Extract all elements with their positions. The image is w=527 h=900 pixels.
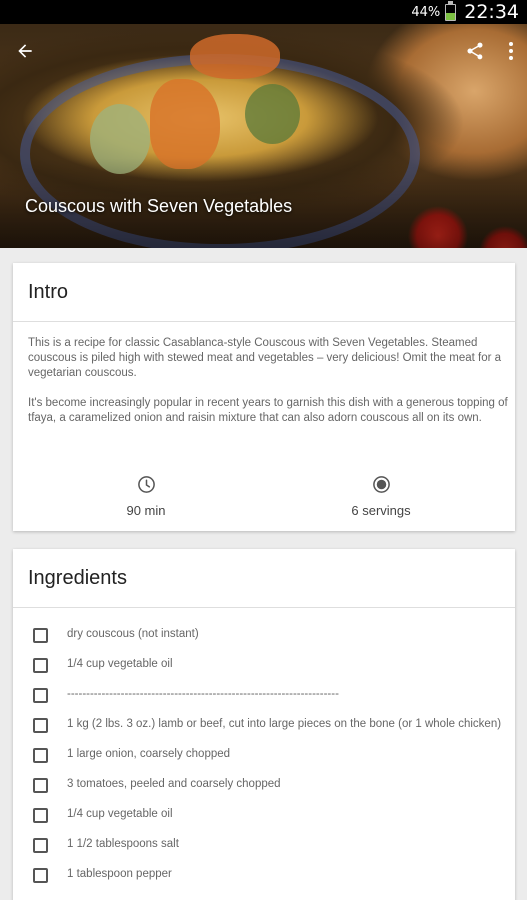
clock-icon xyxy=(137,476,155,493)
ingredient-item: 1 kg (2 lbs. 3 oz.) lamb or beef, cut in… xyxy=(33,717,503,733)
ingredient-item: 1 1/2 tablespoons salt xyxy=(33,837,503,853)
ingredients-card: Ingredients dry couscous (not instant) 1… xyxy=(13,549,515,900)
intro-divider xyxy=(13,321,515,322)
ingredient-text: 1 kg (2 lbs. 3 oz.) lamb or beef, cut in… xyxy=(67,718,502,730)
carrot-decoration xyxy=(190,34,280,79)
status-bar: 44% 22:34 xyxy=(0,0,527,24)
ingredient-item: 3 tomatoes, peeled and coarsely chopped xyxy=(33,777,503,793)
share-icon xyxy=(467,42,483,60)
recipe-title: Couscous with Seven Vegetables xyxy=(25,196,293,216)
ingredient-checkbox[interactable] xyxy=(33,868,48,883)
ingredient-item: 1/4 cup vegetable oil xyxy=(33,657,503,673)
ingredient-text: 1/4 cup vegetable oil xyxy=(67,658,173,670)
intro-description: This is a recipe for classic Casablanca-… xyxy=(28,336,508,426)
ingredient-checkbox[interactable] xyxy=(33,808,48,823)
pumpkin-decoration xyxy=(150,79,220,169)
intro-card: Intro This is a recipe for classic Casab… xyxy=(13,263,515,531)
ingredient-item: ----------------------------------------… xyxy=(33,687,503,703)
ingredient-checkbox[interactable] xyxy=(33,658,48,673)
zucchini-decoration xyxy=(245,84,300,144)
ingredient-item: 1/4 cup vegetable oil xyxy=(33,807,503,823)
servings-icon xyxy=(372,476,390,493)
arrow-back-icon xyxy=(18,44,32,58)
ingredient-checkbox[interactable] xyxy=(33,748,48,763)
back-button[interactable] xyxy=(10,36,40,66)
servings-label: 6 servings xyxy=(351,503,411,518)
ingredient-text: 1 1/2 tablespoons salt xyxy=(67,838,179,850)
ingredient-item: dry couscous (not instant) xyxy=(33,627,503,643)
ingredient-text: 1 tablespoon pepper xyxy=(67,868,172,880)
battery-icon xyxy=(445,0,457,21)
ingredient-item: 1 tablespoon pepper xyxy=(33,867,503,883)
ingredient-text: 1 large onion, coarsely chopped xyxy=(67,748,231,760)
ingredient-text: 3 tomatoes, peeled and coarsely chopped xyxy=(67,778,281,790)
ingredients-divider xyxy=(13,607,515,608)
cook-time: 90 min xyxy=(76,475,216,519)
ingredient-list: dry couscous (not instant) 1/4 cup veget… xyxy=(33,627,503,897)
ingredient-checkbox[interactable] xyxy=(33,778,48,793)
ingredient-checkbox[interactable] xyxy=(33,688,48,703)
more-vert-icon xyxy=(509,42,513,60)
ingredient-item: 1 large onion, coarsely chopped xyxy=(33,747,503,763)
intro-paragraph: This is a recipe for classic Casablanca-… xyxy=(28,337,502,379)
ingredient-text: ----------------------------------------… xyxy=(67,688,339,700)
intro-title: Intro xyxy=(28,281,69,303)
servings: 6 servings xyxy=(311,475,451,519)
battery-fill xyxy=(446,12,456,20)
ingredients-title: Ingredients xyxy=(28,567,127,589)
share-button[interactable] xyxy=(461,37,489,65)
ingredient-checkbox[interactable] xyxy=(33,628,48,643)
ingredient-text: 1/4 cup vegetable oil xyxy=(67,808,173,820)
ingredient-checkbox[interactable] xyxy=(33,718,48,733)
clock: 22:34 xyxy=(464,1,519,23)
ingredient-checkbox[interactable] xyxy=(33,838,48,853)
more-options-button[interactable] xyxy=(502,37,520,65)
cook-time-label: 90 min xyxy=(126,503,166,518)
intro-paragraph: It's become increasingly popular in rece… xyxy=(28,397,508,424)
battery-percent: 44% xyxy=(411,4,441,20)
ingredient-text: dry couscous (not instant) xyxy=(67,628,199,640)
